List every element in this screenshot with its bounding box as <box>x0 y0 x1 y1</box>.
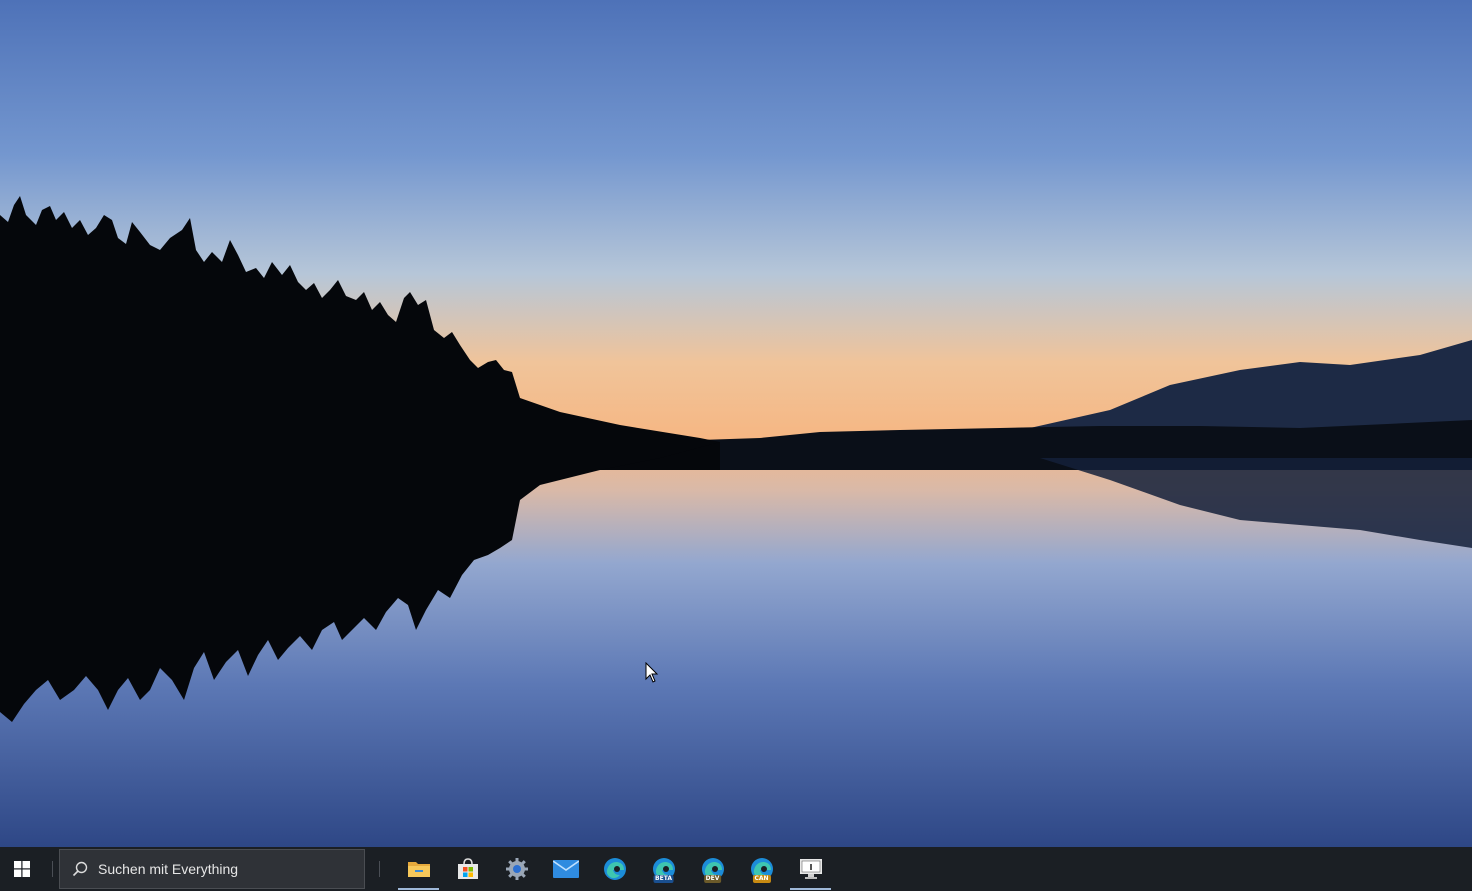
mouse-cursor-icon <box>645 662 659 683</box>
taskbar-app-edge-dev[interactable]: DEV <box>688 847 737 891</box>
gear-icon <box>505 858 528 880</box>
edge-icon <box>603 858 626 880</box>
taskbar: Suchen mit Everything BETA DEV CAN <box>0 847 1472 891</box>
taskbar-app-edge[interactable] <box>590 847 639 891</box>
edge-canary-badge: CAN <box>752 875 771 883</box>
wallpaper-image <box>0 0 1472 847</box>
taskbar-app-remote-desktop[interactable] <box>786 847 835 891</box>
windows-logo-icon <box>14 861 30 877</box>
taskbar-separator <box>52 861 53 877</box>
pinned-apps: BETA DEV CAN <box>394 847 835 891</box>
start-button[interactable] <box>0 847 44 891</box>
edge-beta-badge: BETA <box>653 875 674 883</box>
desktop[interactable] <box>0 0 1472 847</box>
taskbar-app-edge-beta[interactable]: BETA <box>639 847 688 891</box>
remote-desktop-icon <box>799 859 822 879</box>
mail-icon <box>552 860 579 878</box>
store-icon <box>457 858 478 879</box>
taskbar-separator <box>379 861 380 877</box>
edge-dev-badge: DEV <box>703 875 722 883</box>
taskbar-app-file-explorer[interactable] <box>394 847 443 891</box>
search-icon <box>72 861 88 877</box>
search-box[interactable]: Suchen mit Everything <box>59 849 365 889</box>
folder-icon <box>407 862 430 877</box>
search-placeholder: Suchen mit Everything <box>98 861 239 877</box>
taskbar-app-edge-canary[interactable]: CAN <box>737 847 786 891</box>
taskbar-app-mail[interactable] <box>541 847 590 891</box>
taskbar-app-settings[interactable] <box>492 847 541 891</box>
taskbar-app-store[interactable] <box>443 847 492 891</box>
